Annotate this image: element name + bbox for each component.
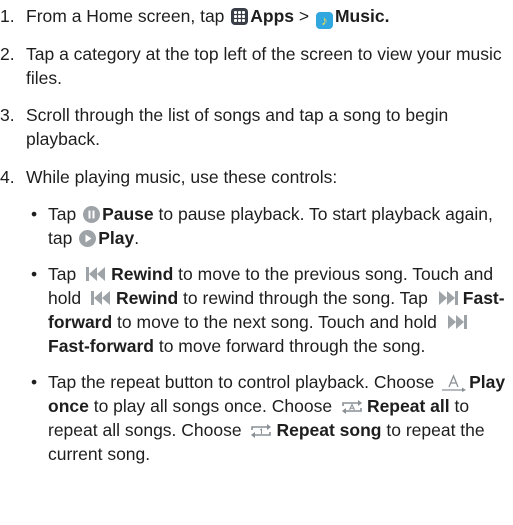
step-number: 2. [0,44,15,64]
step-number: 3. [0,105,15,125]
fast-forward-icon [435,289,461,307]
apps-grid-icon [231,8,249,25]
step-2-text: Tap a category at the top left of the sc… [26,44,502,88]
step-3: 3. Scroll through the list of songs and … [0,103,505,151]
step-1-text: From a Home screen, tap [26,6,230,26]
step-3-text: Scroll through the list of songs and tap… [26,105,449,149]
repeat-song-icon [248,422,274,440]
pause-icon [83,206,101,223]
fast-forward-icon [444,313,470,331]
instructions-document: 1. From a Home screen, tap Apps > ♪ Music… [0,0,513,525]
step-2: 2. Tap a category at the top left of the… [0,42,505,90]
bullet-dot: • [31,264,38,284]
apps-label: Apps [250,6,295,26]
bullet-text: to move to the next song. Touch and hold [112,312,442,332]
fast-forward-label: Fast-forward [48,336,154,356]
bullet-dot: • [31,372,38,392]
repeat-song-label: Repeat song [276,420,382,440]
rewind-label: Rewind [115,288,179,308]
music-label: Music. [334,6,390,26]
music-app-icon: ♪ [315,12,333,29]
bullet-text: to rewind through the song. Tap [178,288,433,308]
controls-bullet-list: • Tap Pause to pause playback. To start … [26,202,506,478]
bullet-text: to play all songs once. Choose [88,396,337,416]
separator: > [294,6,314,26]
bullet-text: Tap [48,264,82,284]
repeat-all-label: Repeat all [366,396,450,416]
step-1: 1. From a Home screen, tap Apps > ♪ Music… [0,4,505,29]
bullet-text: . [134,228,140,248]
pause-label: Pause [102,204,154,224]
rewind-icon [88,289,114,307]
play-label: Play [98,228,135,248]
rewind-label: Rewind [111,264,174,284]
step-4-text: While playing music, use these controls: [26,167,338,187]
play-once-icon [441,374,467,392]
step-number: 1. [0,6,15,26]
bullet-text: Tap the repeat button to control playbac… [48,372,440,392]
step-4: 4. While playing music, use these contro… [0,165,505,189]
bullet-pause-play: • Tap Pause to pause playback. To start … [26,202,506,250]
step-number: 4. [0,167,15,187]
bullet-text: Tap [48,204,82,224]
play-icon [79,230,97,247]
bullet-dot: • [31,204,38,224]
rewind-icon [83,265,109,283]
bullet-repeat: • Tap the repeat button to control playb… [26,370,506,466]
repeat-all-icon [339,398,365,416]
bullet-text: to move forward through the song. [153,336,426,356]
bullet-rewind-ff: • Tap Rewind to move to the previous son… [26,262,506,358]
